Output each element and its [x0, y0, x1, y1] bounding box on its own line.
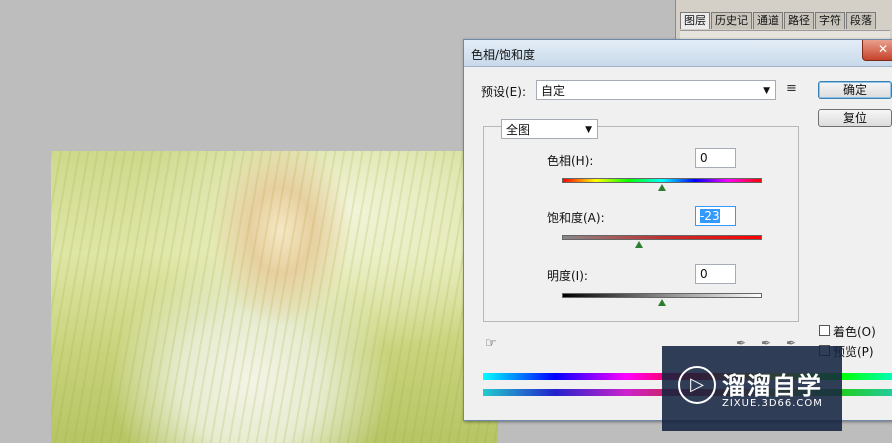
- preset-options-icon[interactable]: ≡: [786, 81, 797, 96]
- grass-texture: [51, 151, 498, 443]
- watermark: ▷ 溜溜自学 ZIXUE.3D66.COM: [662, 346, 842, 431]
- tab-layers[interactable]: 图层: [680, 12, 710, 29]
- reset-button[interactable]: 复位: [818, 109, 892, 127]
- saturation-input[interactable]: -23: [695, 206, 736, 226]
- adjustment-group: 全图 ▼ 色相(H): 0 饱和度(A): -23 明度(I): 0: [483, 119, 799, 322]
- hue-label: 色相(H):: [547, 154, 594, 168]
- close-icon: ✕: [877, 42, 889, 56]
- watermark-url: ZIXUE.3D66.COM: [722, 398, 823, 409]
- lightness-slider-track[interactable]: [562, 293, 762, 298]
- layers-panel: 图层 历史记 通道 路径 字符 段落: [675, 0, 892, 40]
- tab-history[interactable]: 历史记: [711, 12, 752, 29]
- chevron-down-icon: ▼: [763, 86, 770, 96]
- saturation-label: 饱和度(A):: [547, 211, 605, 225]
- saturation-slider-thumb[interactable]: [635, 241, 643, 248]
- dialog-titlebar[interactable]: 色相/饱和度 ✕: [464, 40, 892, 67]
- ok-button[interactable]: 确定: [818, 81, 892, 99]
- tab-paths[interactable]: 路径: [784, 12, 814, 29]
- channel-select[interactable]: 全图 ▼: [501, 119, 598, 139]
- chevron-down-icon: ▼: [585, 125, 592, 135]
- tab-channels[interactable]: 通道: [753, 12, 783, 29]
- saturation-slider-track[interactable]: [562, 235, 762, 240]
- watermark-title: 溜溜自学: [722, 372, 822, 400]
- lightness-slider-thumb[interactable]: [658, 299, 666, 306]
- hand-adjust-icon[interactable]: ☞: [485, 336, 497, 351]
- tab-paragraph[interactable]: 段落: [846, 12, 876, 29]
- panel-tabs: 图层 历史记 通道 路径 字符 段落: [680, 12, 877, 29]
- lightness-label: 明度(I):: [547, 269, 588, 283]
- hue-input[interactable]: 0: [695, 148, 736, 168]
- channel-value: 全图: [506, 123, 531, 137]
- colorize-label: 着色(O): [833, 325, 876, 339]
- preset-select[interactable]: 自定 ▼: [536, 80, 776, 100]
- saturation-value: -23: [700, 209, 720, 223]
- preset-label: 预设(E):: [481, 85, 526, 99]
- hue-slider-track[interactable]: [562, 178, 762, 183]
- panel-toolbar: [680, 30, 890, 39]
- lightness-input[interactable]: 0: [695, 264, 736, 284]
- hue-slider-thumb[interactable]: [658, 184, 666, 191]
- hue-value: 0: [700, 151, 708, 165]
- play-logo-icon: ▷: [678, 366, 716, 404]
- dialog-title: 色相/饱和度: [471, 48, 536, 62]
- lightness-value: 0: [700, 267, 708, 281]
- photo-canvas: [51, 151, 498, 443]
- colorize-checkbox[interactable]: [819, 325, 830, 336]
- tab-character[interactable]: 字符: [815, 12, 845, 29]
- preset-value: 自定: [541, 84, 566, 98]
- close-button[interactable]: ✕: [862, 40, 892, 61]
